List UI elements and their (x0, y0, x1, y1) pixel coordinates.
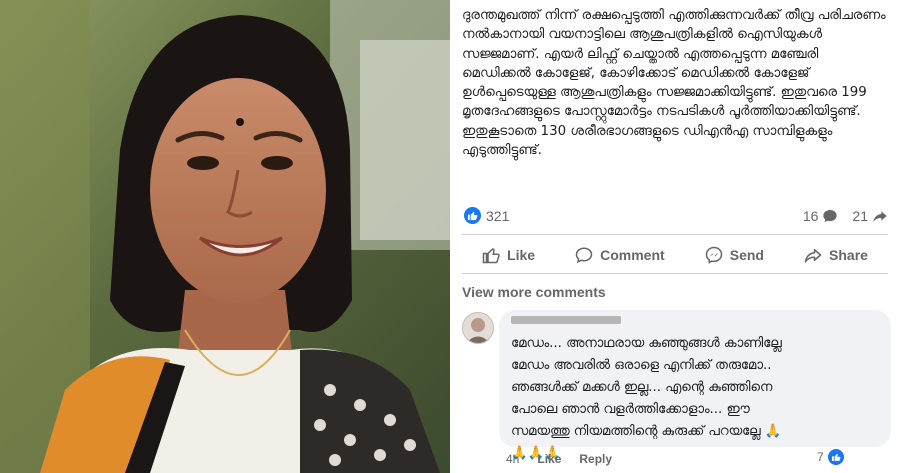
comment-text: മേഡം... അനാഥരായ കുഞ്ഞുങ്ങൾ കാണില്ലേ മേഡം… (511, 336, 782, 461)
comment-reactions[interactable]: 7 (817, 449, 844, 465)
share-button[interactable]: Share (804, 240, 868, 270)
send-label: Send (729, 247, 764, 263)
divider (462, 234, 888, 235)
comment-count[interactable]: 16 (803, 208, 819, 224)
share-icon (804, 249, 822, 263)
like-reaction-icon (464, 207, 481, 224)
like-reaction-icon (827, 449, 844, 465)
comment-bubble-icon (823, 210, 838, 222)
comment-meta: 4h Like Reply (506, 452, 612, 466)
post-actions: Like Comment Send Share (462, 240, 888, 270)
send-button[interactable]: Send (705, 240, 764, 270)
comment-like-link[interactable]: Like (537, 452, 561, 466)
portrait-photo (0, 0, 450, 473)
comment-button[interactable]: Comment (575, 240, 665, 270)
portrait-illustration (0, 0, 450, 473)
post-text: ദുരന്തമുഖത്ത് നിന്ന് രക്ഷപ്പെടുത്തി എത്ത… (462, 8, 886, 159)
comment-reply-link[interactable]: Reply (579, 452, 612, 466)
comment-time[interactable]: 4h (506, 452, 519, 466)
view-more-comments-link[interactable]: View more comments (462, 284, 606, 300)
reactions-bar[interactable]: 321 16 21 (464, 205, 888, 227)
avatar-image (463, 313, 493, 343)
share-arrow-icon (873, 211, 887, 222)
comment-icon (575, 247, 593, 264)
divider (462, 273, 888, 274)
like-label: Like (507, 247, 536, 263)
share-count[interactable]: 21 (852, 208, 868, 224)
share-label: Share (829, 247, 868, 263)
comment-reaction-count: 7 (817, 450, 824, 464)
comment-bubble: മേഡം... അനാഥരായ കുഞ്ഞുങ്ങൾ കാണില്ലേ മേഡം… (499, 310, 891, 461)
comment-label: Comment (600, 247, 665, 263)
commenter-avatar[interactable] (462, 312, 494, 344)
commenter-name-redacted (511, 316, 621, 324)
facebook-post: ദുരന്തമുഖത്ത് നിന്ന് രക്ഷപ്പെടുത്തി എത്ത… (450, 0, 900, 473)
messenger-icon (705, 246, 722, 264)
like-button[interactable]: Like (482, 240, 535, 270)
reaction-count[interactable]: 321 (486, 208, 509, 224)
thumbs-up-icon (482, 248, 500, 264)
